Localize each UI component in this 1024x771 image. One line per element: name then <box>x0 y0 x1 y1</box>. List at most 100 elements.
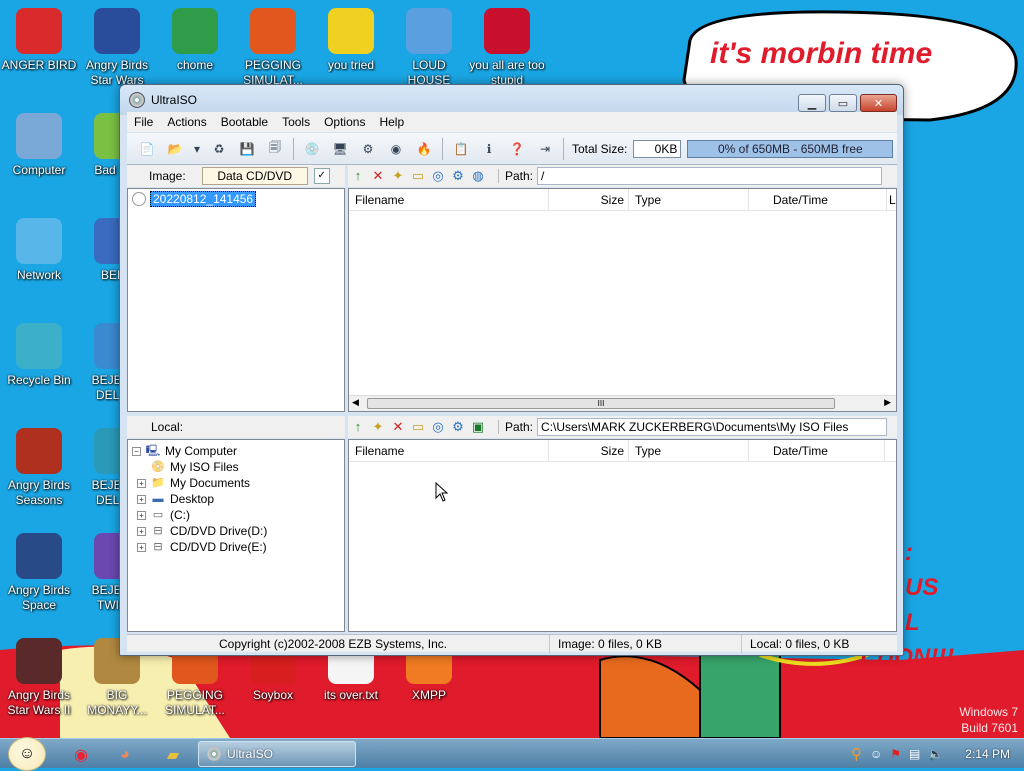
horizontal-scrollbar[interactable]: ◀ III ▶ <box>349 395 896 411</box>
expand-icon[interactable]: + <box>137 494 146 504</box>
clock[interactable]: 2:14 PM <box>965 747 1010 761</box>
title-bar[interactable]: UltraISO ▁ ▭ ✕ <box>120 85 903 115</box>
minimize-button[interactable]: ▁ <box>798 94 826 112</box>
main-toolbar: 📄 📂 ▾ ♻ 💾 🗐 💿 🖥 ⚙ ◉ 🔥 📋 ℹ ❓ ⇥ Total Size… <box>127 133 897 165</box>
column-filename[interactable]: Filename <box>349 440 549 462</box>
tree-item-my-documents[interactable]: + 📁 My Documents <box>132 475 267 491</box>
column-size[interactable]: Size <box>549 440 629 462</box>
expand-icon[interactable]: + <box>137 510 146 520</box>
action-center-icon[interactable]: ⚑ <box>890 747 901 761</box>
image-type-button[interactable]: ✓ <box>313 168 330 184</box>
delete-icon[interactable]: ✕ <box>370 168 386 184</box>
menu-actions[interactable]: Actions <box>160 115 213 129</box>
expand-icon[interactable]: + <box>137 478 146 488</box>
view-icon[interactable]: ◍ <box>470 168 486 184</box>
desktop-icon-angry-birds-star-wars[interactable]: Angry Birds Star Wars <box>78 8 156 88</box>
desktop-icon-pegging[interactable]: PEGGING SIMULAT... <box>234 8 312 88</box>
desktop-icon-recycle-bin[interactable]: Recycle Bin <box>0 323 78 388</box>
desktop-icon-angry-birds-star-wars-2[interactable]: Angry Birds Star Wars II <box>0 638 78 718</box>
local-rename-icon[interactable]: ▭ <box>410 419 426 435</box>
menu-file[interactable]: File <box>127 115 160 129</box>
menu-options[interactable]: Options <box>317 115 372 129</box>
image-tree-root[interactable]: 20220812_141456 <box>132 191 344 207</box>
help-button[interactable]: ❓ <box>506 138 528 160</box>
menu-help[interactable]: Help <box>372 115 411 129</box>
volume-icon[interactable]: 🔈 <box>928 747 943 761</box>
refresh-icon[interactable]: ◎ <box>430 168 446 184</box>
taskbar-explorer[interactable]: ▰ <box>156 743 190 767</box>
total-size-label: Total Size: <box>572 141 628 156</box>
tree-item-desktop[interactable]: + ▬ Desktop <box>132 491 267 507</box>
open-button[interactable]: 📂 <box>164 138 186 160</box>
desktop-icon-loud-house[interactable]: LOUD HOUSE <box>390 8 468 88</box>
save-as-button[interactable]: 🗐 <box>264 138 286 160</box>
expand-icon[interactable]: + <box>137 542 146 552</box>
virtual-drive-button[interactable]: ◉ <box>385 138 407 160</box>
local-new-folder-icon[interactable]: ✦ <box>370 419 386 435</box>
expand-icon[interactable]: + <box>137 526 146 536</box>
scroll-left-icon[interactable]: ◀ <box>352 397 359 408</box>
up-arrow-icon[interactable]: ↑ <box>350 168 366 184</box>
desktop-icon-star[interactable]: you tried <box>312 8 390 73</box>
pegging-icon <box>250 8 296 54</box>
tree-item-c-drive[interactable]: + ▭ (C:) <box>132 507 267 523</box>
local-up-arrow-icon[interactable]: ↑ <box>350 419 366 435</box>
new-folder-icon[interactable]: ✦ <box>390 168 406 184</box>
tree-item-d-drive[interactable]: + ⊟ CD/DVD Drive(D:) <box>132 523 267 539</box>
column-filename[interactable]: Filename <box>349 189 549 211</box>
mount-button[interactable]: 🖥 <box>329 138 351 160</box>
settings-icon[interactable]: ⚙ <box>450 168 466 184</box>
column-datetime[interactable]: Date/Time <box>749 440 885 462</box>
taskbar-firefox[interactable]: ◕ <box>108 743 142 767</box>
column-type[interactable]: Type <box>629 189 749 211</box>
tree-item-my-computer[interactable]: − 🖳 My Computer <box>132 443 267 459</box>
local-path-field[interactable]: C:\Users\MARK ZUCKERBERG\Documents\My IS… <box>537 418 888 436</box>
local-refresh-icon[interactable]: ◎ <box>430 419 446 435</box>
column-type[interactable]: Type <box>629 440 749 462</box>
burn-button[interactable]: 💿 <box>301 138 323 160</box>
network-icon[interactable]: ▤ <box>909 747 920 761</box>
start-button[interactable]: ☺ <box>8 737 46 771</box>
tools-button[interactable]: 🔥 <box>413 138 435 160</box>
desktop-icon-computer[interactable]: Computer <box>0 113 78 178</box>
menu-bootable[interactable]: Bootable <box>214 115 275 129</box>
exit-button[interactable]: ⇥ <box>534 138 556 160</box>
close-button[interactable]: ✕ <box>860 94 897 112</box>
image-path-field[interactable]: / <box>537 167 883 185</box>
scroll-thumb[interactable]: III <box>367 398 835 409</box>
tree-item-my-iso-files[interactable]: 📀 My ISO Files <box>132 459 267 475</box>
compress-button[interactable]: ⚙ <box>357 138 379 160</box>
column-size[interactable]: Size <box>549 189 629 211</box>
save-button[interactable]: 💾 <box>236 138 258 160</box>
desktop-icon-dev-cpp[interactable]: you all are too stupid <box>468 8 546 88</box>
column-datetime[interactable]: Date/Time <box>749 189 887 211</box>
search-icon[interactable]: ⚲ <box>851 745 862 763</box>
menu-tools[interactable]: Tools <box>275 115 317 129</box>
desktop-icon-angry-birds-space[interactable]: Angry Birds Space <box>0 533 78 613</box>
image-tree-pane: 20220812_141456 <box>127 188 345 412</box>
local-delete-icon[interactable]: ✕ <box>390 419 406 435</box>
maximize-button[interactable]: ▭ <box>829 94 857 112</box>
info-button[interactable]: ℹ <box>478 138 500 160</box>
properties-button[interactable]: 📋 <box>450 138 472 160</box>
taskbar-ultraiso[interactable]: UltraISO <box>198 741 356 767</box>
image-label: Image: <box>149 169 186 183</box>
column-l[interactable]: L <box>887 189 897 211</box>
capacity-bar[interactable]: 0% of 650MB - 650MB free <box>687 139 894 158</box>
tree-item-e-drive[interactable]: + ⊟ CD/DVD Drive(E:) <box>132 539 267 555</box>
collapse-icon[interactable]: − <box>132 446 141 456</box>
image-type-field[interactable]: Data CD/DVD <box>201 167 308 185</box>
desktop-icon-angry-birds-seasons[interactable]: Angry Birds Seasons <box>0 428 78 508</box>
smiley-icon[interactable]: ☺ <box>870 747 882 761</box>
rename-icon[interactable]: ▭ <box>410 168 426 184</box>
desktop-icon-chrome[interactable]: chome <box>156 8 234 73</box>
desktop-icon-network[interactable]: Network <box>0 218 78 283</box>
new-button[interactable]: 📄 <box>136 138 158 160</box>
open-dropdown-button[interactable]: ▾ <box>192 138 202 160</box>
desktop-icon-angry-bird[interactable]: ANGER BIRD <box>0 8 78 73</box>
local-settings-icon[interactable]: ⚙ <box>450 419 466 435</box>
local-view-icon[interactable]: ▣ <box>470 419 486 435</box>
taskbar-chrome[interactable]: ◉ <box>64 743 98 767</box>
extract-button[interactable]: ♻ <box>208 138 230 160</box>
scroll-right-icon[interactable]: ▶ <box>884 397 891 408</box>
